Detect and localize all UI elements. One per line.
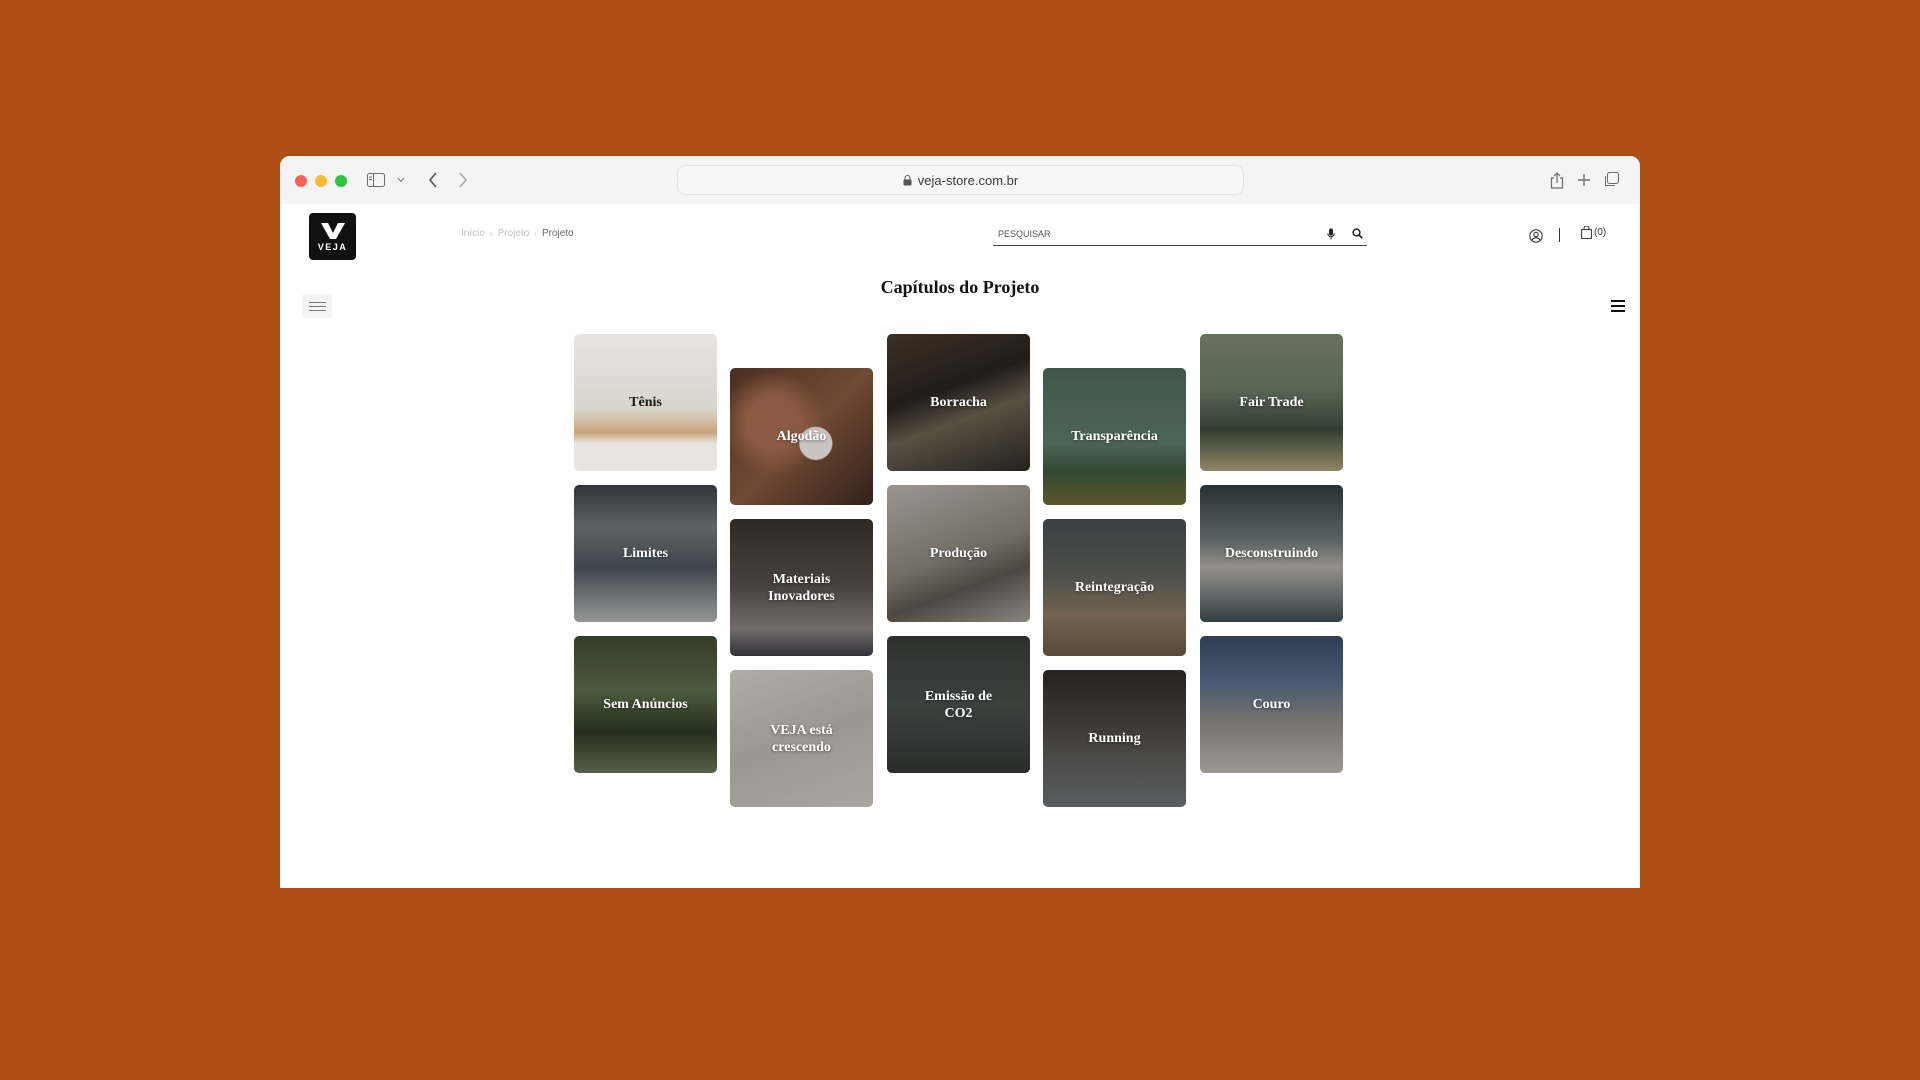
header-divider [1559,228,1560,242]
tab-overview-icon[interactable] [1600,169,1622,191]
chapter-tile-label: VEJA está crescendo [770,722,833,755]
chapter-tile-sem-anuncios[interactable]: Sem Anúncios [574,636,717,773]
chapter-tile-label: Materiais Inovadores [768,571,835,604]
sidebar-toggle-icon[interactable] [365,169,387,191]
share-icon[interactable] [1546,169,1568,191]
page-title: Capítulos do Projeto [880,277,1040,297]
chapter-tile-desconstruindo[interactable]: Desconstruindo [1200,485,1343,622]
lock-icon [903,174,912,185]
hamburger-menu-icon[interactable] [1611,300,1625,312]
chapter-tile-running[interactable]: Running [1043,670,1186,807]
breadcrumb-separator: › [489,229,493,238]
chapter-tile-producao[interactable]: Produção [887,485,1030,622]
chapter-tile-label: Fair Trade [1239,395,1304,410]
chapter-tile-materiais-inovadores[interactable]: Materiais Inovadores [730,519,873,656]
chapter-tile-fair-trade[interactable]: Fair Trade [1200,334,1343,471]
chapter-tile-couro[interactable]: Couro [1200,636,1343,773]
search-bar [993,222,1367,246]
chapter-tile-transparencia[interactable]: Transparência [1043,368,1186,505]
account-icon[interactable] [1529,229,1543,248]
chapter-tile-emissao-co2[interactable]: Emissão de CO2 [887,636,1030,773]
cart-button[interactable]: (0) [1581,226,1606,239]
close-window-button[interactable] [295,175,307,187]
breadcrumb-separator: › [534,229,537,238]
veja-logo[interactable]: VEJA [309,213,356,260]
cart-icon [1581,226,1592,239]
web-page: VEJA Início › Projeto › Projeto (0) [280,204,1640,888]
chapter-tile-tenis[interactable]: Tênis [574,334,717,471]
minimize-window-button[interactable] [315,175,327,187]
chapter-tile-veja-esta-crescendo[interactable]: VEJA está crescendo [730,670,873,807]
browser-toolbar: veja-store.com.br [280,156,1640,204]
chapter-tile-label: Desconstruindo [1224,546,1319,561]
chapter-tile-label: Borracha [930,395,987,410]
address-url: veja-store.com.br [917,172,1019,188]
browser-window: veja-store.com.br VEJA Início › Projeto … [280,156,1640,888]
new-tab-icon[interactable] [1573,169,1595,191]
chapter-tile-label: Reintegração [1074,580,1155,595]
chapter-tile-limites[interactable]: Limites [574,485,717,622]
search-input[interactable] [993,228,1315,239]
breadcrumb-current: Projeto [541,228,574,239]
search-icon[interactable] [1347,224,1367,244]
breadcrumb: Início › Projeto › Projeto [461,228,574,239]
chapter-tile-algodao[interactable]: Algodão [730,368,873,505]
chapter-tile-borracha[interactable]: Borracha [887,334,1030,471]
veja-logo-mark-icon [320,222,345,239]
breadcrumb-home[interactable]: Início [461,228,485,239]
microphone-icon[interactable] [1321,224,1341,244]
zoom-window-button[interactable] [335,175,347,187]
back-icon[interactable] [422,169,444,191]
address-bar[interactable]: veja-store.com.br [677,165,1244,195]
chapter-tile-label: Running [1088,731,1141,746]
chapter-tile-label: Limites [622,546,669,561]
chapter-tile-label: Produção [929,546,988,561]
chapter-tile-label: Transparência [1071,429,1158,444]
chapter-tile-label: Algodão [776,429,827,444]
chapter-tile-reintegracao[interactable]: Reintegração [1043,519,1186,656]
chevron-down-icon[interactable] [390,169,412,191]
logo-text: VEJA [317,241,348,252]
chapter-tile-label: Tênis [629,395,662,410]
chapter-tile-label: Couro [1252,697,1291,712]
chapter-tile-label: Sem Anúncios [603,697,688,712]
chapter-tile-label: Emissão de CO2 [924,688,993,721]
cart-count: (0) [1594,227,1607,238]
breadcrumb-projeto[interactable]: Projeto [498,228,530,239]
forward-icon[interactable] [452,169,474,191]
